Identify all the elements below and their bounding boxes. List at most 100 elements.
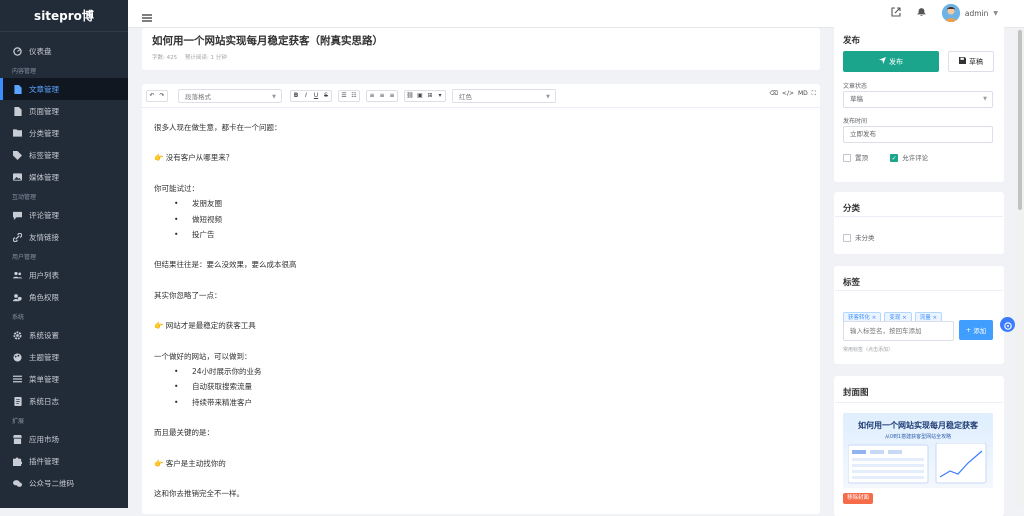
status-select[interactable]: 草稿 ▼ bbox=[843, 91, 993, 108]
align-right-icon[interactable]: ≡ bbox=[387, 91, 397, 101]
paragraph: 你可能试过： bbox=[154, 183, 199, 193]
more-icon[interactable]: ▾ bbox=[435, 91, 445, 101]
tags-heading: 标签 bbox=[843, 278, 861, 288]
scrollbar-thumb[interactable] bbox=[1018, 30, 1022, 210]
align-left-icon[interactable]: ≡ bbox=[367, 91, 377, 101]
eraser-icon[interactable]: ⌫ bbox=[769, 90, 777, 98]
bold-icon[interactable]: B bbox=[291, 91, 301, 101]
list-group: ☰ ☷ bbox=[338, 89, 360, 102]
italic-icon[interactable]: I bbox=[301, 91, 311, 101]
sidebar-item-logs[interactable]: 系统日志 bbox=[0, 390, 128, 412]
sidebar-item-categories[interactable]: 分类管理 bbox=[0, 122, 128, 144]
floating-chat-button[interactable] bbox=[1000, 317, 1015, 332]
user-menu[interactable]: admin ▼ bbox=[941, 4, 998, 22]
category-item-label: 未分类 bbox=[855, 234, 875, 242]
code-icon[interactable]: </> bbox=[782, 90, 794, 98]
save-icon bbox=[959, 57, 966, 66]
status-value: 草稿 bbox=[850, 95, 863, 103]
allow-comment-label: 允许评论 bbox=[902, 154, 929, 162]
sidebar-item-links[interactable]: 友情链接 bbox=[0, 226, 128, 248]
puzzle-icon bbox=[13, 457, 22, 466]
sidebar-item-settings[interactable]: 系统设置 bbox=[0, 324, 128, 346]
sidebar-item-plugins[interactable]: 插件管理 bbox=[0, 450, 128, 472]
sidebar-item-label: 媒体管理 bbox=[29, 172, 59, 182]
undo-icon[interactable]: ↶ bbox=[147, 91, 157, 101]
article-title-card: 如何用一个网站实现每月稳定获客（附真实思路） 字数: 425 预计阅读: 1 分… bbox=[142, 28, 820, 70]
link-icon[interactable]: ⛓ bbox=[405, 91, 415, 101]
paragraph: 👉 网站才是最稳定的获客工具 bbox=[154, 321, 256, 331]
strikethrough-icon[interactable]: S bbox=[321, 91, 331, 101]
article-meta: 字数: 425 预计阅读: 1 分钟 bbox=[152, 53, 227, 61]
list-item: 投广告 bbox=[154, 227, 820, 243]
user-shield-icon bbox=[13, 293, 22, 302]
category-card: 分类 未分类 bbox=[834, 192, 1004, 254]
list-item: 做短视频 bbox=[154, 212, 820, 228]
publish-button[interactable]: 发布 bbox=[843, 51, 939, 72]
tag-input[interactable] bbox=[843, 321, 954, 341]
list-item: 自动获取搜索流量 bbox=[154, 379, 820, 395]
bullet-list-icon[interactable]: ☰ bbox=[339, 91, 349, 101]
image-icon[interactable]: ▣ bbox=[415, 91, 425, 101]
chevron-down-icon: ▼ bbox=[993, 9, 998, 17]
sidebar-item-comments[interactable]: 评论管理 bbox=[0, 204, 128, 226]
sidebar-item-user-list[interactable]: 用户列表 bbox=[0, 264, 128, 286]
nav-section-users: 用户管理 bbox=[12, 254, 37, 261]
publish-time-input[interactable]: 立即发布 bbox=[843, 126, 993, 143]
add-tag-button[interactable]: + 添加 bbox=[959, 320, 993, 340]
draft-button[interactable]: 草稿 bbox=[948, 51, 994, 72]
redo-icon[interactable]: ↷ bbox=[157, 91, 167, 101]
nav-section-system: 系统 bbox=[12, 314, 25, 321]
markdown-toggle[interactable]: MD bbox=[798, 90, 808, 98]
sidebar-item-label: 应用市场 bbox=[29, 434, 59, 444]
site-logo[interactable]: sitepro博 bbox=[0, 0, 128, 32]
chat-icon bbox=[1003, 315, 1012, 334]
sidebar-item-roles[interactable]: 角色权限 bbox=[0, 286, 128, 308]
article-title[interactable]: 如何用一个网站实现每月稳定获客（附真实思路） bbox=[152, 33, 383, 48]
sidebar-item-label: 菜单管理 bbox=[29, 374, 59, 384]
sidebar-item-media[interactable]: 媒体管理 bbox=[0, 166, 128, 188]
sidebar-item-themes[interactable]: 主题管理 bbox=[0, 346, 128, 368]
paragraph: 很多人现在做生意，都卡在一个问题： bbox=[154, 123, 282, 132]
paragraph: 一个做好的网站，可以做到： bbox=[154, 351, 252, 361]
page-scrollbar[interactable] bbox=[1016, 28, 1024, 508]
underline-icon[interactable]: U bbox=[311, 91, 321, 101]
chevron-down-icon: ▼ bbox=[546, 93, 550, 100]
sidebar-item-pages[interactable]: 页面管理 bbox=[0, 100, 128, 122]
sidebar-item-menus[interactable]: 菜单管理 bbox=[0, 368, 128, 390]
nav-section-interact: 互动管理 bbox=[12, 194, 37, 201]
category-option: 未分类 bbox=[843, 232, 875, 242]
status-label: 文章状态 bbox=[843, 83, 868, 90]
allow-comment-checkbox[interactable]: ✓ bbox=[890, 154, 899, 162]
sidebar: sitepro博 仪表盘 内容管理 文章管理 页面管理 分类管理 标签管理 媒体… bbox=[0, 0, 128, 508]
paragraph: 但结果往往是：要么没效果，要么成本很高 bbox=[154, 260, 297, 270]
dashboard-icon bbox=[13, 46, 22, 56]
sidebar-item-tags[interactable]: 标签管理 bbox=[0, 144, 128, 166]
cover-image[interactable]: 如何用一个网站实现每月稳定获客 从0到1搭建获客型网站全攻略 bbox=[843, 413, 993, 488]
numbered-list-icon[interactable]: ☷ bbox=[349, 91, 359, 101]
chevron-down-icon: ▼ bbox=[272, 93, 276, 100]
publish-heading: 发布 bbox=[843, 36, 861, 46]
pin-checkbox[interactable] bbox=[843, 154, 851, 162]
draft-button-label: 草稿 bbox=[969, 57, 983, 66]
editor-content[interactable]: 很多人现在做生意，都卡在一个问题： 👉 没有客户从哪里来？ 你可能试过： 发朋友… bbox=[142, 108, 820, 502]
table-icon[interactable]: ⊞ bbox=[425, 91, 435, 101]
remove-cover-button[interactable]: 移除封面 bbox=[843, 493, 874, 504]
category-checkbox[interactable] bbox=[843, 234, 851, 242]
editor-right-tools: ⌫ </> MD ⛶ bbox=[769, 90, 816, 98]
sidebar-item-label: 系统设置 bbox=[29, 330, 59, 340]
sidebar-item-label: 页面管理 bbox=[29, 106, 59, 116]
image-icon bbox=[13, 173, 22, 182]
paragraph: 这和你去推销完全不一样。 bbox=[154, 489, 244, 499]
hamburger-icon[interactable] bbox=[142, 8, 152, 22]
external-link-icon[interactable] bbox=[891, 7, 901, 19]
paragraph-format-select[interactable]: 段落格式 ▼ bbox=[178, 88, 282, 103]
bell-icon[interactable] bbox=[916, 7, 926, 19]
sidebar-item-market[interactable]: 应用市场 bbox=[0, 428, 128, 450]
fullscreen-icon[interactable]: ⛶ bbox=[812, 90, 816, 98]
sidebar-item-wechat[interactable]: 公众号二维码 bbox=[0, 472, 128, 494]
sidebar-item-dashboard[interactable]: 仪表盘 bbox=[0, 40, 128, 62]
main-area: 如何用一个网站实现每月稳定获客（附真实思路） 字数: 425 预计阅读: 1 分… bbox=[128, 24, 1016, 516]
color-select[interactable]: 红色 ▼ bbox=[452, 88, 556, 103]
sidebar-item-articles[interactable]: 文章管理 bbox=[0, 78, 128, 100]
align-center-icon[interactable]: ≡ bbox=[377, 91, 387, 101]
